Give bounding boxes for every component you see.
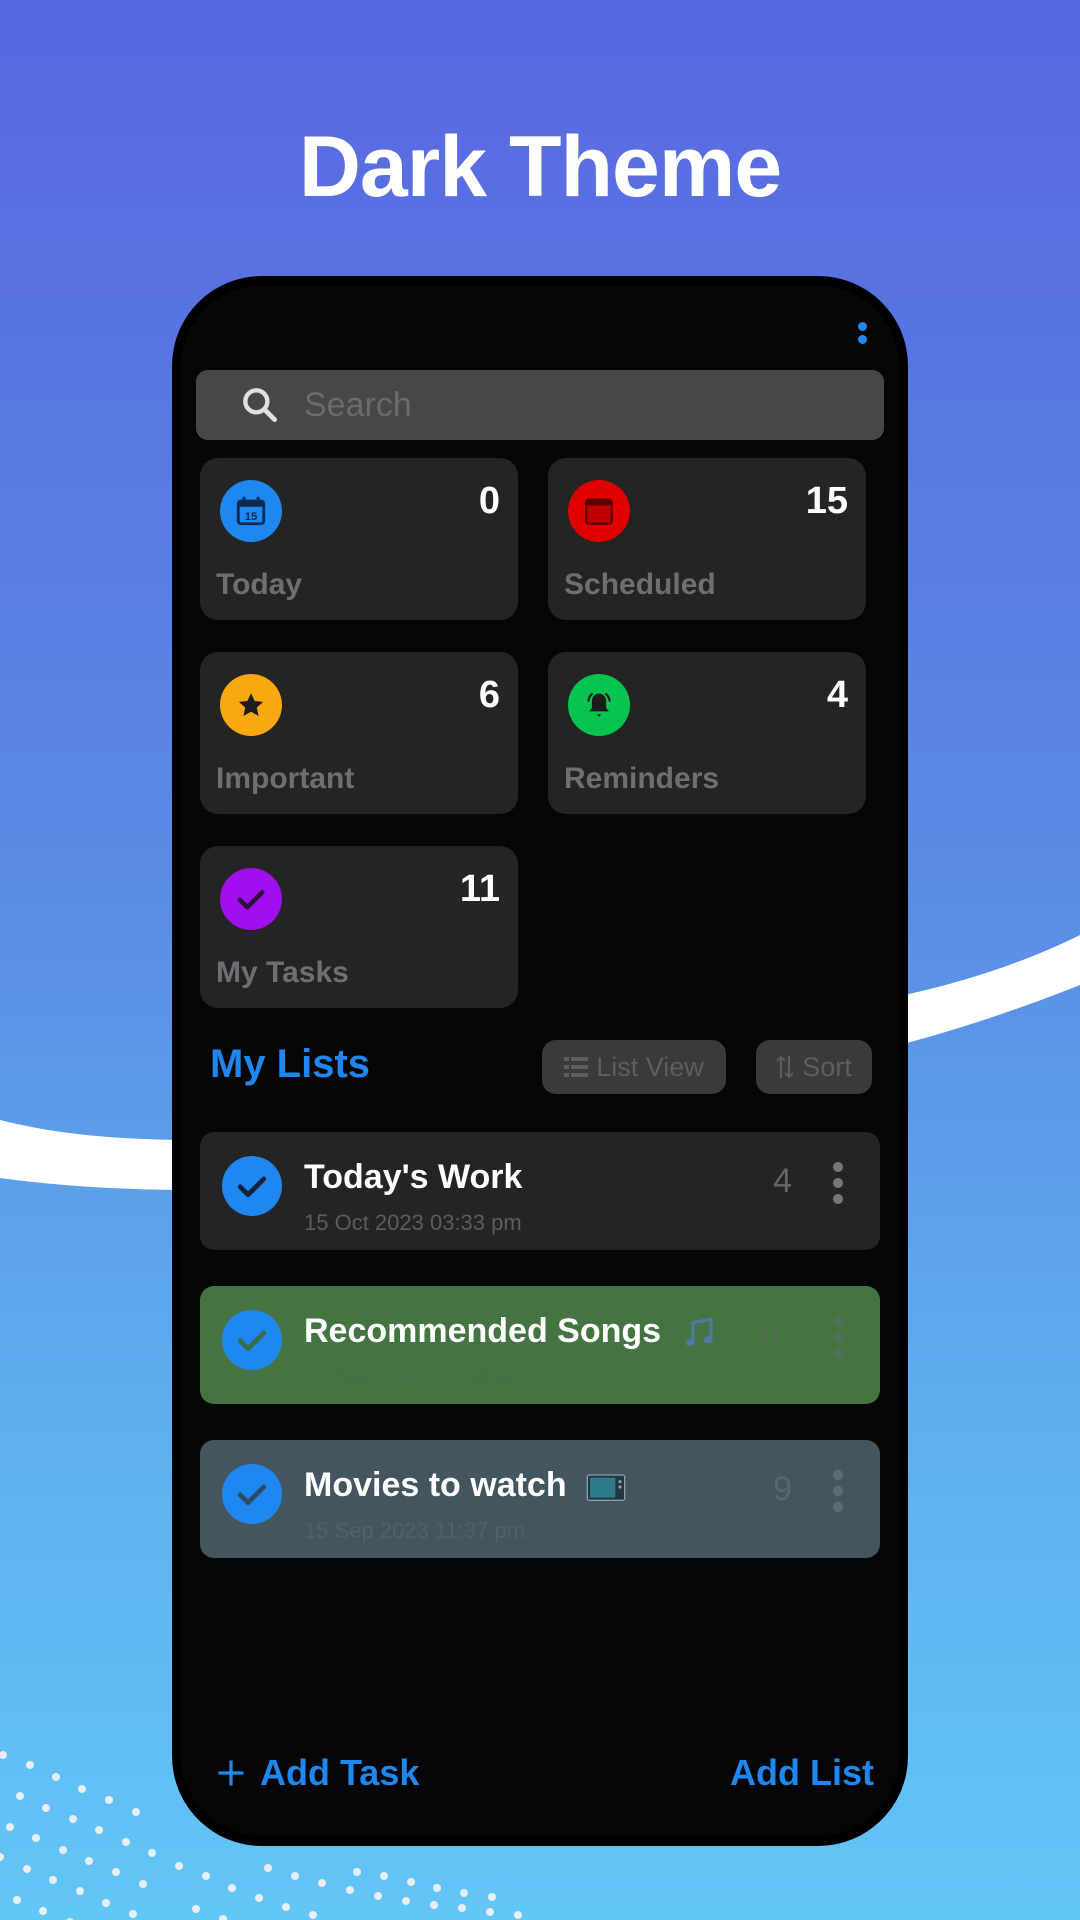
calendar-today-icon: 15 [220,480,282,542]
smart-list-important[interactable]: 6 Important [200,652,518,814]
music-note-icon [685,1317,713,1347]
star-icon [220,674,282,736]
reminders-count: 4 [826,674,848,716]
list-name-text: Movies to watch [304,1466,567,1504]
important-count: 6 [478,674,500,716]
list-view-button[interactable]: List View [542,1040,726,1094]
today-count: 0 [478,480,500,522]
tv-icon [586,1474,626,1502]
search-placeholder: Search [304,385,412,424]
smart-list-reminders[interactable]: 4 Reminders [548,652,866,814]
list-date: 15 Sep 2023 11:38 pm [304,1364,525,1389]
search-icon [243,388,278,423]
my-tasks-count: 11 [459,868,500,910]
list-view-icon [564,1057,589,1077]
list-more-icon[interactable] [832,1470,844,1514]
calendar-day-text: 15 [245,511,258,523]
add-task-button[interactable]: Add Task [216,1752,419,1794]
smart-list-my-tasks[interactable]: 11 My Tasks [200,846,518,1008]
list-item[interactable]: Today's Work 15 Oct 2023 03:33 pm 4 [200,1132,880,1250]
list-count: 4 [773,1162,792,1200]
list-item[interactable]: Movies to watch 15 Sep 2023 11:37 pm 9 [200,1440,880,1558]
list-count: 10 [754,1316,792,1354]
important-label: Important [216,762,355,795]
sort-label: Sort [802,1051,852,1082]
calendar-icon [568,480,630,542]
list-name: Movies to watch [304,1466,626,1505]
scheduled-label: Scheduled [564,568,716,601]
today-label: Today [216,568,303,601]
phone-frame: Search 15 0 Today 15 Scheduled 6 Importa… [172,276,908,1846]
scheduled-count: 15 [805,480,848,522]
reminders-label: Reminders [564,762,720,795]
list-count: 9 [773,1470,792,1508]
list-more-icon[interactable] [832,1316,844,1360]
list-item[interactable]: Recommended Songs 15 Sep 2023 11:38 pm 1… [200,1286,880,1404]
list-check-icon [222,1464,282,1524]
smart-list-today[interactable]: 15 0 Today [200,458,518,620]
list-check-icon [222,1156,282,1216]
list-name: Recommended Songs [304,1312,717,1351]
my-lists-title: My Lists [210,1042,371,1086]
list-name: Today's Work [304,1158,523,1196]
add-task-label: Add Task [260,1752,420,1793]
list-check-icon [222,1310,282,1370]
more-vert-icon[interactable] [854,320,870,360]
smart-list-scheduled[interactable]: 15 Scheduled [548,458,866,620]
list-more-icon[interactable] [832,1162,844,1206]
check-icon [220,868,282,930]
sort-icon [776,1055,794,1079]
list-view-label: List View [596,1051,704,1082]
list-date: 15 Oct 2023 03:33 pm [304,1210,522,1235]
search-input[interactable]: Search [196,370,884,440]
bottom-bar: Add Task Add List [180,1752,900,1812]
promo-title: Dark Theme [298,119,782,215]
my-tasks-label: My Tasks [216,956,349,989]
plus-icon [218,1760,244,1786]
list-date: 15 Sep 2023 11:37 pm [304,1518,525,1543]
add-list-button[interactable]: Add List [730,1752,874,1794]
app-screen: Search 15 0 Today 15 Scheduled 6 Importa… [180,286,900,1836]
sort-button[interactable]: Sort [756,1040,872,1094]
list-name-text: Recommended Songs [304,1312,662,1350]
bell-icon [568,674,630,736]
